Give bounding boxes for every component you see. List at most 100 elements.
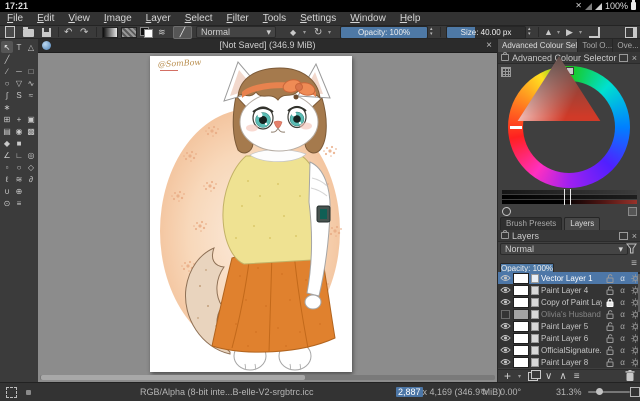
menu-item-edit[interactable]: Edit <box>30 12 61 25</box>
docker-tab-ove[interactable]: Ove... <box>613 39 640 52</box>
layer-properties-button[interactable]: ≡ <box>574 371 580 382</box>
layer-lock-icon[interactable] <box>604 286 615 295</box>
layer-alpha-lock-icon[interactable]: α <box>617 358 628 367</box>
layer-visibility-toggle[interactable] <box>500 286 511 294</box>
multibrush-tool[interactable]: ∗ <box>1 101 13 113</box>
freehand-path-tool[interactable]: S <box>13 89 25 101</box>
ellipse-tool[interactable]: ○ <box>1 77 13 89</box>
docker-tab-tool-o[interactable]: Tool O... <box>578 39 613 52</box>
layer-row-officialsignature[interactable]: OfficialSignature...α <box>498 344 640 356</box>
menu-item-help[interactable]: Help <box>393 12 428 25</box>
pattern-edit-tool[interactable]: ▩ <box>25 125 37 137</box>
layer-lock-icon[interactable] <box>604 346 615 355</box>
tab-brush-presets[interactable]: Brush Presets <box>500 217 562 231</box>
freehand-select-tool[interactable]: ℓ <box>1 173 13 185</box>
zoom-fit-button[interactable] <box>630 387 640 397</box>
delete-layer-button[interactable] <box>625 370 635 382</box>
menu-item-window[interactable]: Window <box>343 12 393 25</box>
select-shapes-tool[interactable]: ↖ <box>1 41 13 53</box>
duplicate-layer-button[interactable] <box>528 372 538 381</box>
mirror-caret-icon[interactable]: ▾ <box>557 26 560 38</box>
crop-tool[interactable]: ▣ <box>25 113 37 125</box>
layer-lock-icon[interactable] <box>604 298 615 307</box>
ellipse-select-tool[interactable]: ○ <box>13 161 25 173</box>
new-document-button[interactable] <box>5 26 15 38</box>
fill-tool[interactable]: ◆ <box>1 137 13 149</box>
layer-row-paint-layer-6[interactable]: Paint Layer 6α <box>498 332 640 344</box>
canvas-page[interactable]: @SomBow <box>150 56 352 372</box>
bezier-curve-tool[interactable]: ∫ <box>1 89 13 101</box>
menu-item-filter[interactable]: Filter <box>219 12 255 25</box>
show-dockers-button[interactable] <box>625 27 637 38</box>
opacity-slider[interactable]: Opacity: 100% <box>340 26 428 39</box>
edit-shapes-tool[interactable]: △ <box>25 41 37 53</box>
color-selector-settings-icon[interactable] <box>501 67 511 77</box>
layer-options-menu-icon[interactable]: ≡ <box>631 258 637 269</box>
menu-item-image[interactable]: Image <box>97 12 139 25</box>
selection-mode-icon[interactable] <box>6 387 17 398</box>
fg-bg-color-swatch[interactable] <box>140 27 153 38</box>
gradient-chooser-button[interactable] <box>102 27 118 38</box>
layer-visibility-toggle[interactable] <box>500 334 511 342</box>
save-button[interactable] <box>42 28 51 37</box>
magnetic-select-tool[interactable]: ∪ <box>1 185 13 197</box>
move-layer-down-button[interactable]: ∨ <box>545 371 552 382</box>
layer-row-vector-layer-1[interactable]: Vector Layer 1α <box>498 272 640 284</box>
transform-tool[interactable]: ⊞ <box>1 113 13 125</box>
pattern-chooser-button[interactable] <box>121 27 137 38</box>
layer-row-paint-layer-5[interactable]: Paint Layer 5α <box>498 320 640 332</box>
brush-preset-chooser-button[interactable]: ≋ <box>158 26 166 38</box>
canvas-window-titlebar[interactable]: [Not Saved] (346.9 MiB) × <box>38 39 497 53</box>
layer-visibility-toggle[interactable] <box>500 322 511 330</box>
similar-select-tool[interactable]: ≋ <box>13 173 25 185</box>
gradient-tool[interactable]: ▤ <box>1 125 13 137</box>
bezier-select-tool[interactable]: ∂ <box>25 173 37 185</box>
close-docker-icon[interactable]: × <box>632 53 637 63</box>
layer-alpha-lock-icon[interactable]: α <box>617 286 628 295</box>
text-tool[interactable]: T <box>13 41 25 53</box>
measure-tool[interactable]: ∟ <box>13 149 25 161</box>
zoom-percent-value[interactable]: 31.3% <box>556 383 582 401</box>
close-docker-icon[interactable]: × <box>632 231 637 241</box>
canvas-window[interactable]: [Not Saved] (346.9 MiB) × <box>38 39 497 382</box>
menu-item-select[interactable]: Select <box>178 12 220 25</box>
line-tool[interactable]: ─ <box>13 65 25 77</box>
polygon-select-tool[interactable]: ◇ <box>25 161 37 173</box>
assistants-tool[interactable]: ∠ <box>1 149 13 161</box>
polygon-tool[interactable]: ▽ <box>13 77 25 89</box>
float-docker-icon[interactable] <box>619 54 628 62</box>
layer-alpha-lock-icon[interactable]: α <box>617 310 628 319</box>
layer-visibility-toggle[interactable] <box>500 346 511 354</box>
layer-alpha-lock-icon[interactable]: α <box>617 322 628 331</box>
dynamic-brush-tool[interactable]: ≈ <box>25 89 37 101</box>
blend-mode-select[interactable]: Normal▾ <box>196 26 276 38</box>
canvas-horizontal-scrollbar[interactable] <box>40 375 495 380</box>
eraser-toggle-button[interactable]: ◆ <box>290 26 296 38</box>
layer-alpha-lock-icon[interactable]: α <box>617 346 628 355</box>
layer-row-paint-layer-4[interactable]: Paint Layer 4α <box>498 284 640 296</box>
layer-alpha-lock-icon[interactable]: α <box>617 274 628 283</box>
tab-layers[interactable]: Layers <box>564 217 600 231</box>
wrap-around-button[interactable]: ▶ <box>566 26 573 38</box>
layer-filter-icon[interactable] <box>626 243 637 254</box>
layer-alpha-lock-icon[interactable]: α <box>617 334 628 343</box>
add-layer-button[interactable]: + <box>504 369 511 383</box>
layer-visibility-toggle[interactable] <box>500 274 511 282</box>
contiguous-select-tool[interactable]: ⊕ <box>13 185 25 197</box>
redo-button[interactable]: ↷ <box>80 26 88 38</box>
shade-selector-settings-icon[interactable] <box>628 207 637 216</box>
move-tool[interactable]: + <box>13 113 25 125</box>
close-document-icon[interactable]: × <box>486 39 492 52</box>
reload-caret-icon[interactable]: ▾ <box>328 26 331 38</box>
layer-lock-icon[interactable] <box>604 334 615 343</box>
trim-canvas-button[interactable] <box>589 27 600 38</box>
color-history-icon[interactable] <box>502 207 511 216</box>
brush-editor-button[interactable]: ╱ <box>173 26 192 39</box>
menu-item-file[interactable]: File <box>0 12 30 25</box>
opacity-spinner[interactable]: ▴▾ <box>430 27 433 37</box>
polyline-tool[interactable]: ∿ <box>25 77 37 89</box>
docker-tab-advanced-colour-sel[interactable]: Advanced Colour Sel... <box>498 39 578 52</box>
layer-visibility-toggle[interactable] <box>500 358 511 366</box>
docker-lock-icon[interactable] <box>501 54 509 61</box>
move-layer-up-button[interactable]: ∧ <box>559 371 566 382</box>
